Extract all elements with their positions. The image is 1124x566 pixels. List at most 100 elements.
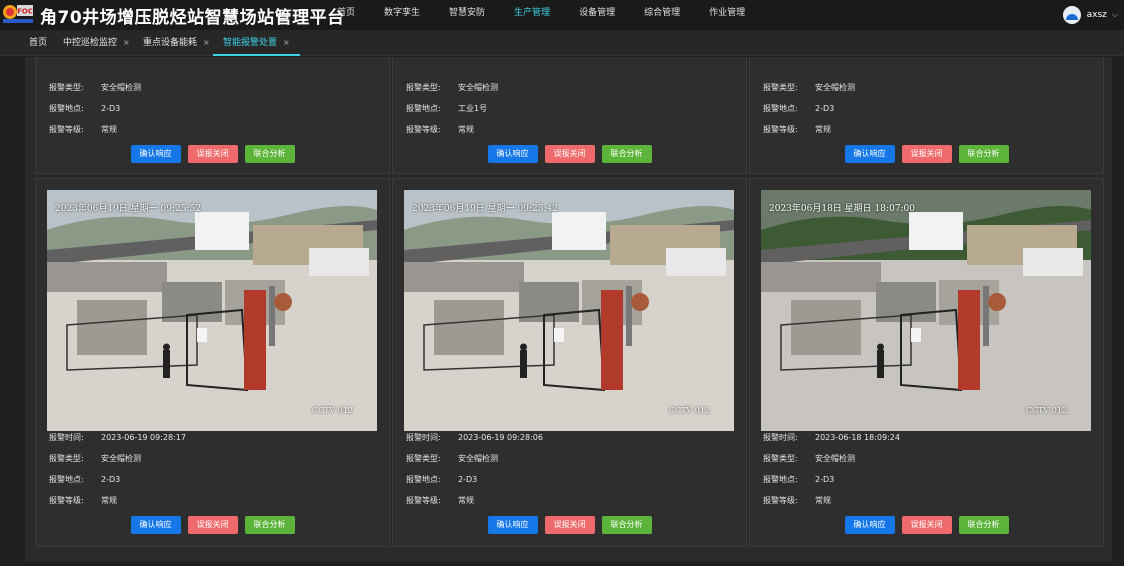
company-logo: FOC	[2, 3, 34, 25]
false-alarm-close-button[interactable]: 误报关闭	[901, 145, 952, 163]
alarm-card: 2023年06月18日 星期日 18:07:00 CCTV 012 报警时间: 202…	[749, 178, 1104, 547]
info-label: 报警时间:	[49, 433, 84, 442]
confirm-response-button[interactable]: 确认响应	[844, 516, 895, 534]
info-value: 2023-06-19 09:28:17	[101, 433, 186, 442]
info-row-location: 报警地点: 2-D3	[49, 474, 120, 486]
tab-label: 重点设备能耗	[143, 38, 198, 48]
alarm-card: 2023年06月19日 星期一 09:25:42 CCTV 012 报警时间: 202…	[392, 178, 747, 547]
info-label: 报警时间:	[763, 433, 798, 442]
info-value: 安全帽检测	[815, 454, 855, 463]
info-row-type: 报警类型: 安全帽检测	[406, 453, 498, 465]
nav-item-4[interactable]: 设备管理	[579, 0, 615, 30]
info-label: 报警地点:	[49, 475, 84, 484]
main-nav: 首页 数字孪生 智慧安防 生产管理 设备管理 综合管理 作业管理	[337, 0, 774, 30]
tab-1[interactable]: 中控巡检监控 ×	[53, 30, 140, 56]
info-value: 2023-06-19 09:28:06	[458, 433, 543, 442]
info-label: 报警等级:	[406, 496, 441, 505]
joint-analysis-button[interactable]: 联合分析	[244, 516, 295, 534]
info-row-type: 报警类型: 安全帽检测	[49, 453, 141, 465]
tab-bar: 首页 中控巡检监控 × 重点设备能耗 × 智能报警处置 ×	[0, 30, 1124, 56]
info-row-level: 报警等级: 常规	[49, 495, 117, 507]
camera-snapshot[interactable]: 2023年06月19日 星期一 09:25:42 CCTV 012	[404, 190, 734, 431]
tab-3[interactable]: 智能报警处置 ×	[213, 30, 300, 56]
false-alarm-close-button[interactable]: 误报关闭	[187, 145, 238, 163]
info-label: 报警地点:	[763, 104, 798, 113]
user-avatar-icon	[1062, 6, 1081, 24]
close-icon[interactable]: ×	[123, 38, 130, 47]
action-buttons: 确认响应 误报关闭 联合分析	[393, 516, 746, 534]
info-value: 常规	[815, 496, 831, 505]
svg-text:FOC: FOC	[17, 8, 33, 16]
info-row-type: 报警类型: 安全帽检测	[406, 82, 498, 94]
alarm-card: 报警类型: 安全帽检测 报警地点: 2-D3 报警等级: 常规 确认响应 误报关闭 联合分析	[749, 57, 1104, 174]
alarm-card-grid: 报警类型: 安全帽检测 报警地点: 2-D3 报警等级: 常规 确认响应 误报关闭 联合分析 报警…	[25, 57, 1112, 561]
tab-0[interactable]: 首页	[19, 30, 57, 56]
info-label: 报警等级:	[406, 125, 441, 134]
confirm-response-button[interactable]: 确认响应	[487, 516, 538, 534]
alarm-card: 报警类型: 安全帽检测 报警地点: 工业1号 报警等级: 常规 确认响应 误报关闭 联合分析	[392, 57, 747, 174]
tab-label: 首页	[29, 38, 48, 48]
close-icon[interactable]: ×	[283, 38, 290, 47]
info-row-level: 报警等级: 常规	[406, 495, 474, 507]
camera-snapshot[interactable]: 2023年06月19日 星期一 09:25:52 CCTV 012	[47, 190, 377, 431]
joint-analysis-button[interactable]: 联合分析	[958, 145, 1009, 163]
info-row-level: 报警等级: 常规	[763, 124, 831, 136]
close-icon[interactable]: ×	[203, 38, 210, 47]
info-value: 2-D3	[815, 104, 835, 113]
camera-id-overlay: CCTV 012	[668, 406, 710, 415]
info-label: 报警地点:	[763, 475, 798, 484]
action-buttons: 确认响应 误报关闭 联合分析	[36, 145, 389, 163]
info-label: 报警等级:	[763, 496, 798, 505]
camera-timestamp-overlay: 2023年06月19日 星期一 09:25:42	[412, 204, 558, 214]
camera-id-overlay: CCTV 012	[1025, 406, 1067, 415]
confirm-response-button[interactable]: 确认响应	[130, 516, 181, 534]
joint-analysis-button[interactable]: 联合分析	[601, 516, 652, 534]
info-value: 2023-06-18 18:09:24	[815, 433, 900, 442]
info-row-location: 报警地点: 2-D3	[763, 474, 834, 486]
tab-label: 智能报警处置	[223, 38, 278, 48]
alarm-card: 2023年06月19日 星期一 09:25:52 CCTV 012 报警时间: 202…	[35, 178, 390, 547]
info-row-level: 报警等级: 常规	[49, 124, 117, 136]
false-alarm-close-button[interactable]: 误报关闭	[544, 516, 595, 534]
info-label: 报警地点:	[406, 475, 441, 484]
camera-id-overlay: CCTV 012	[311, 406, 353, 415]
action-buttons: 确认响应 误报关闭 联合分析	[750, 516, 1103, 534]
false-alarm-close-button[interactable]: 误报关闭	[544, 145, 595, 163]
user-menu[interactable]: axsz ⌵	[1062, 0, 1118, 30]
tab-label: 中控巡检监控	[63, 38, 118, 48]
action-buttons: 确认响应 误报关闭 联合分析	[393, 145, 746, 163]
info-value: 2-D3	[815, 475, 835, 484]
false-alarm-close-button[interactable]: 误报关闭	[187, 516, 238, 534]
joint-analysis-button[interactable]: 联合分析	[601, 145, 652, 163]
confirm-response-button[interactable]: 确认响应	[130, 145, 181, 163]
info-label: 报警时间:	[406, 433, 441, 442]
tab-2[interactable]: 重点设备能耗 ×	[133, 30, 220, 56]
camera-snapshot[interactable]: 2023年06月18日 星期日 18:07:00 CCTV 012	[761, 190, 1091, 431]
joint-analysis-button[interactable]: 联合分析	[244, 145, 295, 163]
info-value: 常规	[458, 125, 474, 134]
info-label: 报警类型:	[406, 83, 441, 92]
confirm-response-button[interactable]: 确认响应	[844, 145, 895, 163]
info-label: 报警类型:	[49, 454, 84, 463]
nav-item-2[interactable]: 智慧安防	[449, 0, 485, 30]
confirm-response-button[interactable]: 确认响应	[487, 145, 538, 163]
nav-item-3[interactable]: 生产管理	[514, 0, 550, 30]
info-value: 常规	[101, 125, 117, 134]
false-alarm-close-button[interactable]: 误报关闭	[901, 516, 952, 534]
info-value: 2-D3	[458, 475, 478, 484]
info-label: 报警类型:	[406, 454, 441, 463]
camera-timestamp-overlay: 2023年06月19日 星期一 09:25:52	[55, 204, 201, 214]
nav-item-6[interactable]: 作业管理	[709, 0, 745, 30]
info-value: 安全帽检测	[458, 83, 498, 92]
camera-snapshot-image	[47, 190, 377, 431]
nav-item-0[interactable]: 首页	[337, 0, 355, 30]
top-header: FOC 角70井场增压脱烃站智慧场站管理平台 首页 数字孪生 智慧安防 生产管理 设备管…	[0, 0, 1124, 30]
info-value: 安全帽检测	[815, 83, 855, 92]
info-value: 常规	[458, 496, 474, 505]
joint-analysis-button[interactable]: 联合分析	[958, 516, 1009, 534]
platform-title: 角70井场增压脱烃站智慧场站管理平台	[40, 8, 345, 28]
info-value: 2-D3	[101, 475, 121, 484]
action-buttons: 确认响应 误报关闭 联合分析	[750, 145, 1103, 163]
nav-item-1[interactable]: 数字孪生	[384, 0, 420, 30]
nav-item-5[interactable]: 综合管理	[644, 0, 680, 30]
